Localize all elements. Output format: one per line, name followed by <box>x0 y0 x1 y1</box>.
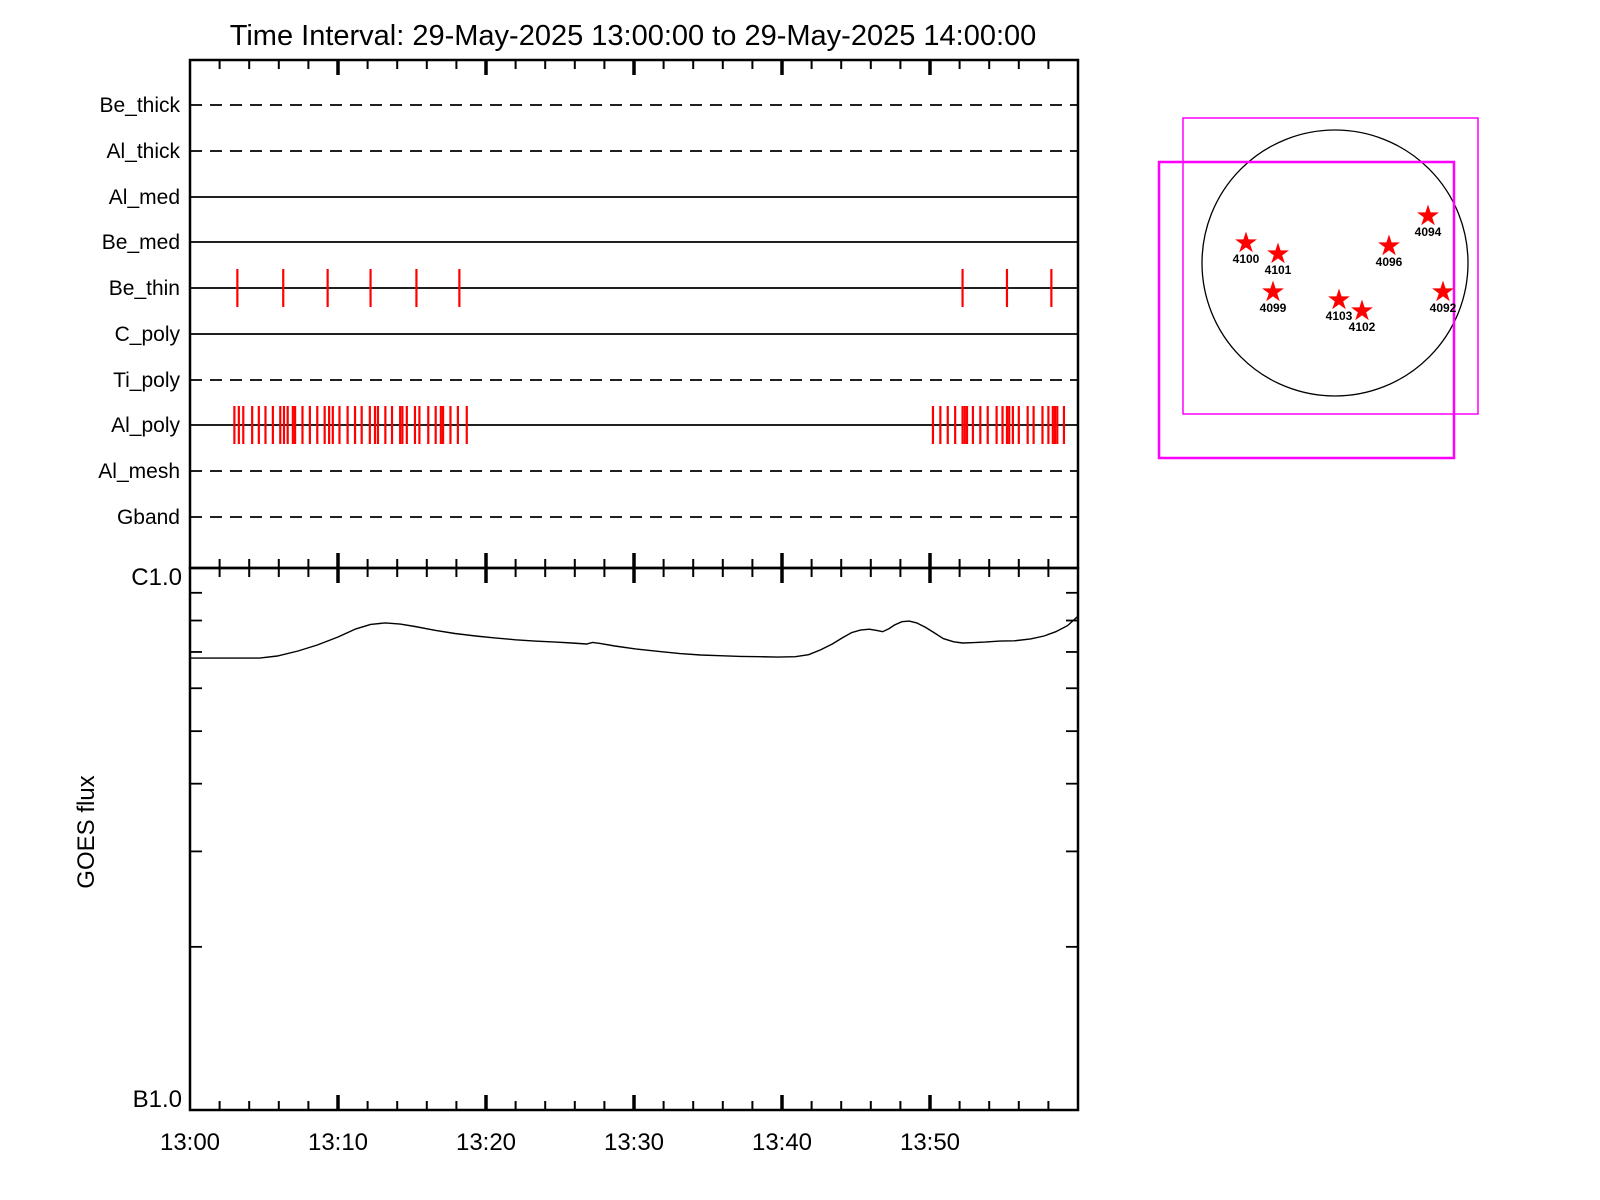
goes-ymin-label: B1.0 <box>133 1086 182 1113</box>
goes-y-axis-title: GOES flux <box>73 775 100 888</box>
active-region-label: 4101 <box>1265 263 1292 277</box>
x-tick-label: 13:40 <box>752 1129 812 1156</box>
active-region-star <box>1267 242 1289 264</box>
filter-row-label: Al_med <box>109 186 180 209</box>
active-region-star <box>1378 234 1400 256</box>
x-tick-label: 13:20 <box>456 1129 516 1156</box>
figure-canvas: Time Interval: 29-May-2025 13:00:00 to 2… <box>0 0 1600 1200</box>
filter-row-label: Be_thick <box>99 94 180 117</box>
x-tick-label: 13:50 <box>900 1129 960 1156</box>
figure-title: Time Interval: 29-May-2025 13:00:00 to 2… <box>230 20 1037 52</box>
filter-row-label: Al_poly <box>111 414 180 437</box>
filter-panel-frame <box>188 58 1080 570</box>
active-region-star <box>1432 280 1454 302</box>
xrt-goes-figure: Time Interval: 29-May-2025 13:00:00 to 2… <box>73 20 1479 1156</box>
active-region-star <box>1328 288 1350 310</box>
active-region-label: 4094 <box>1415 225 1442 239</box>
active-region-label: 4092 <box>1430 301 1457 315</box>
goes-flux-curve <box>190 615 1079 659</box>
generated-plot-elements: Be_thick Al_thick Al_med Be_med Be_thin C_pol… <box>73 58 1479 1156</box>
x-tick-label: 13:00 <box>160 1129 220 1156</box>
x-tick-label: 13:30 <box>604 1129 664 1156</box>
filter-row-label: Be_med <box>102 231 180 254</box>
active-region-star <box>1235 231 1257 253</box>
filter-row-label: C_poly <box>115 323 181 346</box>
filter-row-label: Be_thin <box>109 277 180 300</box>
filter-row-label: Gband <box>117 506 180 529</box>
filter-row-label: Al_mesh <box>98 460 180 483</box>
filter-row-label: Ti_poly <box>113 369 180 392</box>
active-region-star <box>1417 204 1439 226</box>
x-tick-label: 13:10 <box>308 1129 368 1156</box>
active-region-label: 4102 <box>1349 320 1376 334</box>
goes-ymax-label: C1.0 <box>131 564 182 591</box>
active-region-label: 4100 <box>1233 252 1260 266</box>
active-region-label: 4099 <box>1260 301 1287 315</box>
active-region-star <box>1351 299 1373 321</box>
active-region-star <box>1262 280 1284 302</box>
filter-row-label: Al_thick <box>106 140 180 163</box>
active-region-label: 4096 <box>1376 255 1403 269</box>
